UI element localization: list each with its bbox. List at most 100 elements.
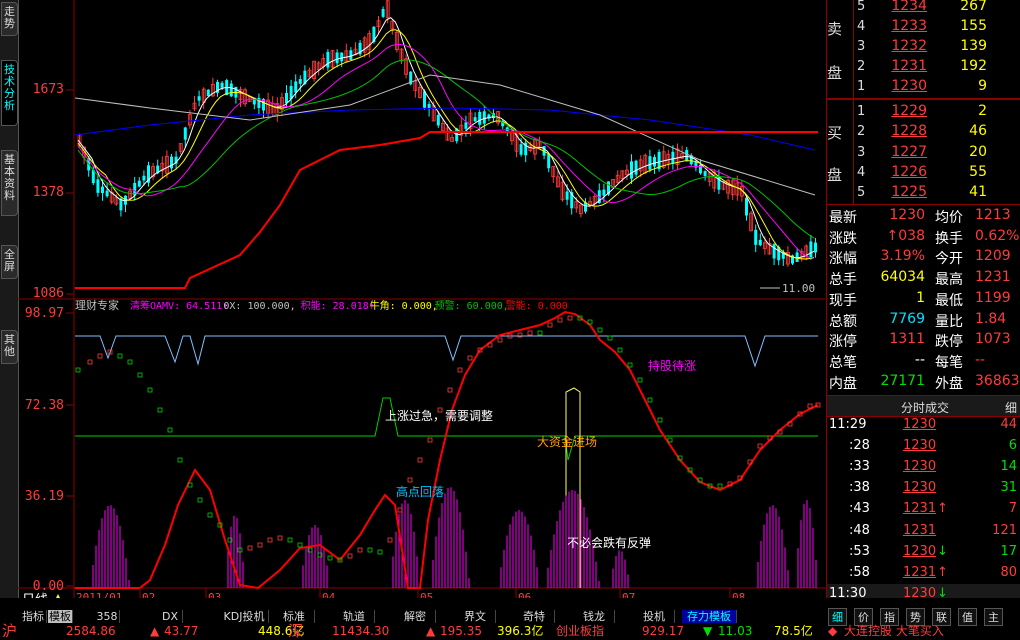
stock-chart[interactable]: 1673 1378 1086 11.00 理财专家 清筹OAMV: 64.511… bbox=[18, 0, 826, 598]
cyb-down-icon: ▼ bbox=[703, 624, 713, 638]
trade-row: :53 1230 ↓ 17 bbox=[827, 542, 1020, 563]
candle-body bbox=[745, 197, 748, 216]
quote-value-2: 1209 bbox=[975, 248, 1011, 265]
side-tab[interactable]: 主 bbox=[984, 608, 1003, 626]
buy-price: 1225 bbox=[891, 184, 927, 201]
candle-body bbox=[671, 151, 675, 164]
price-label-1673: 1673 bbox=[33, 82, 64, 97]
candle-body bbox=[349, 50, 353, 60]
candle-body bbox=[772, 244, 776, 259]
template-tab[interactable]: KDJ投机 bbox=[220, 610, 269, 623]
step-dot bbox=[397, 507, 403, 513]
quote-row: 总笔 -- 每笔 -- bbox=[827, 351, 1020, 372]
sell-volume: 139 bbox=[960, 38, 987, 54]
step-dot bbox=[197, 497, 203, 503]
template-tab[interactable]: 358 bbox=[95, 610, 120, 623]
indicator-item: 积能: 28.018↑ bbox=[301, 299, 375, 312]
buy-row[interactable]: 4 1226 55 bbox=[827, 164, 1020, 184]
sh-change: 43.77 bbox=[164, 624, 199, 638]
template-tab[interactable]: 指标 bbox=[20, 610, 47, 623]
buy-row[interactable]: 5 1225 41 bbox=[827, 184, 1020, 204]
quote-value: 64034 bbox=[880, 269, 925, 286]
quote-value: 7769 bbox=[889, 310, 925, 327]
tab-other[interactable]: 其他 bbox=[1, 330, 18, 364]
quote-label-2: 最低 bbox=[935, 292, 963, 309]
date-label: 02 bbox=[142, 591, 155, 598]
step-dot bbox=[527, 330, 533, 336]
quote-label-2: 跌停 bbox=[935, 334, 963, 351]
quote-value-2: 1213 bbox=[975, 207, 1011, 223]
quote-label-2: 每笔 bbox=[935, 354, 963, 371]
buy-row[interactable]: 2 1228 46 bbox=[827, 123, 1020, 143]
side-mode-tabs: 细价指势联值主 bbox=[826, 608, 1020, 626]
price-label-1086: 1086 bbox=[33, 286, 64, 301]
candle-body bbox=[326, 51, 330, 68]
ma30-line bbox=[77, 59, 815, 239]
tab-technical-analysis[interactable]: 技术分析 bbox=[1, 60, 18, 126]
quote-label: 现手 bbox=[829, 292, 857, 309]
side-tab[interactable]: 值 bbox=[958, 608, 977, 626]
x-axis-dates: 2011/01 02 03 04 05 06 07 08 bbox=[73, 588, 745, 598]
candle-body bbox=[294, 81, 298, 93]
buy-volume: 55 bbox=[969, 163, 987, 180]
candle-body bbox=[634, 160, 638, 175]
step-dot bbox=[467, 355, 473, 361]
trades-detail[interactable]: 细 bbox=[1005, 399, 1017, 416]
tab-fundamentals[interactable]: 基本资料 bbox=[1, 150, 18, 216]
quote-label-2: 外盘 bbox=[935, 375, 963, 392]
tab-fullscreen[interactable]: 全屏 bbox=[1, 245, 18, 279]
template-tab[interactable]: 界文 bbox=[455, 610, 496, 623]
step-dot bbox=[207, 512, 213, 518]
trades-header: 分时成交 细 bbox=[827, 395, 1020, 417]
template-tab[interactable]: 解密 bbox=[395, 610, 436, 623]
template-tab[interactable]: 钱龙 bbox=[574, 610, 615, 623]
step-dot bbox=[647, 397, 653, 403]
sell-row[interactable]: 5 1234 267 bbox=[827, 0, 1020, 18]
trade-row: 11:29 1230 44 bbox=[827, 415, 1020, 436]
trade-volume: 14 bbox=[1000, 459, 1017, 475]
sell-volume: 267 bbox=[960, 0, 987, 14]
step-dot bbox=[327, 555, 333, 561]
buy-level: 5 bbox=[857, 185, 866, 201]
buy-level: 4 bbox=[857, 164, 866, 180]
ticker-text[interactable]: 大连控股 大笔买入 bbox=[844, 624, 944, 638]
trade-time: :38 bbox=[849, 480, 870, 496]
template-tab[interactable]: DX bbox=[158, 610, 183, 623]
ind-label-36: 36.19 bbox=[25, 489, 64, 504]
step-dot bbox=[627, 362, 633, 368]
buy-row[interactable]: 1 1229 2 bbox=[827, 103, 1020, 123]
template-tab[interactable]: 模板 bbox=[48, 610, 73, 623]
sell-level: 2 bbox=[857, 59, 866, 74]
step-dot bbox=[457, 367, 463, 373]
template-tab[interactable]: 轨道 bbox=[334, 610, 375, 623]
step-dot bbox=[547, 322, 553, 328]
step-dot bbox=[387, 537, 393, 543]
buy-price: 1227 bbox=[891, 143, 927, 160]
step-dot bbox=[537, 330, 543, 336]
sz-index: 11434.30 bbox=[332, 624, 390, 638]
candle-body bbox=[699, 164, 702, 174]
candle-body bbox=[602, 189, 606, 196]
buy-level: 2 bbox=[857, 124, 866, 140]
tab-trend[interactable]: 走势 bbox=[1, 2, 18, 36]
step-dot bbox=[377, 549, 383, 555]
trade-price: 1230 bbox=[903, 459, 937, 475]
sell-row[interactable]: 1 1230 9 bbox=[827, 78, 1020, 98]
book-divider bbox=[827, 98, 1020, 100]
sell-row[interactable]: 2 1231 192 bbox=[827, 58, 1020, 78]
step-dot bbox=[157, 407, 163, 413]
indicator-item: 0X: 100.000, bbox=[223, 301, 295, 312]
quote-value-2: 1199 bbox=[975, 289, 1011, 306]
sell-row[interactable]: 3 1232 139 bbox=[827, 38, 1020, 58]
template-tab[interactable]: 投机 bbox=[634, 610, 675, 623]
sell-level: 3 bbox=[857, 39, 866, 54]
sell-row[interactable]: 4 1233 155 bbox=[827, 18, 1020, 38]
step-dot bbox=[137, 372, 143, 378]
quote-panel: 卖 盘 5 1234 267 4 1233 155 3 1232 139 2 1231 192 1 123… bbox=[826, 0, 1020, 598]
ind-label-72: 72.38 bbox=[25, 398, 64, 413]
template-tab[interactable]: 存力模板 bbox=[682, 610, 737, 623]
candle-body bbox=[482, 111, 486, 124]
template-tab[interactable]: 奇特 bbox=[514, 610, 555, 623]
buy-row[interactable]: 3 1227 20 bbox=[827, 144, 1020, 164]
indicator-graph bbox=[75, 310, 821, 590]
